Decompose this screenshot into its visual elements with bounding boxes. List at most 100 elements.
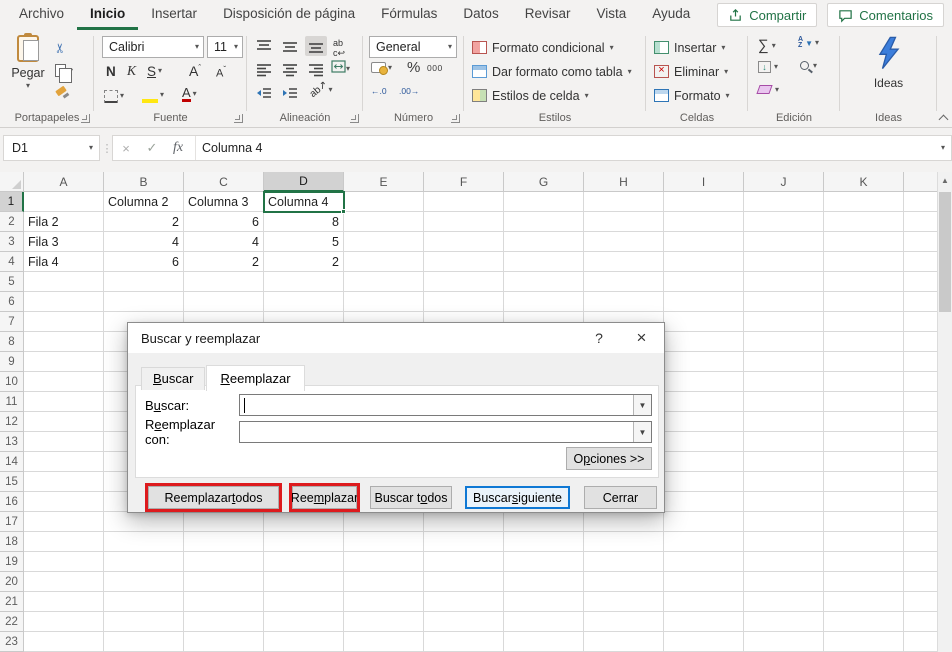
cell-G6[interactable]: [504, 292, 584, 312]
cell-D18[interactable]: [264, 532, 344, 552]
close-icon[interactable]: ×: [619, 328, 664, 348]
cell-E4[interactable]: [344, 252, 424, 272]
ribbon-tab-disposicion-de-pagina[interactable]: Disposición de página: [210, 0, 368, 30]
cell-H5[interactable]: [584, 272, 664, 292]
row-header-19[interactable]: 19: [0, 552, 24, 572]
cell-H6[interactable]: [584, 292, 664, 312]
cell-K20[interactable]: [824, 572, 904, 592]
column-header-A[interactable]: A: [24, 172, 104, 192]
cell-H22[interactable]: [584, 612, 664, 632]
dialog-find-tab[interactable]: Buscar: [141, 367, 205, 390]
row-header-11[interactable]: 11: [0, 392, 24, 412]
cell-A1[interactable]: [24, 192, 104, 212]
cell-I4[interactable]: [664, 252, 744, 272]
alignment-dialog-launcher[interactable]: [350, 114, 359, 123]
replace-input[interactable]: ▼: [239, 421, 652, 443]
cell-I5[interactable]: [664, 272, 744, 292]
row-header-13[interactable]: 13: [0, 432, 24, 452]
cell-J3[interactable]: [744, 232, 824, 252]
cell-K23[interactable]: [824, 632, 904, 652]
increase-decimal-button[interactable]: ←.0: [371, 86, 387, 96]
cell-F4[interactable]: [424, 252, 504, 272]
cell-H18[interactable]: [584, 532, 664, 552]
align-bottom-button[interactable]: [305, 36, 327, 56]
cell-J11[interactable]: [744, 392, 824, 412]
font-name-combo[interactable]: Calibri▾: [102, 36, 204, 58]
cell-K21[interactable]: [824, 592, 904, 612]
cell-B2[interactable]: 2: [104, 212, 184, 232]
cell-C2[interactable]: 6: [184, 212, 264, 232]
cell-F21[interactable]: [424, 592, 504, 612]
cell-J17[interactable]: [744, 512, 824, 532]
replace-dropdown-button[interactable]: ▼: [633, 422, 651, 442]
cell-J5[interactable]: [744, 272, 824, 292]
align-top-button[interactable]: [253, 36, 275, 56]
cell-A6[interactable]: [24, 292, 104, 312]
cell-K19[interactable]: [824, 552, 904, 572]
cell-I19[interactable]: [664, 552, 744, 572]
dialog-replace-tab[interactable]: Reemplazar: [206, 365, 304, 391]
replace-all-button[interactable]: Reemplazar todos: [148, 486, 279, 509]
cut-button[interactable]: ✂: [55, 36, 89, 59]
row-header-7[interactable]: 7: [0, 312, 24, 332]
cell-F18[interactable]: [424, 532, 504, 552]
cell-A16[interactable]: [24, 492, 104, 512]
cell-I17[interactable]: [664, 512, 744, 532]
cell-B17[interactable]: [104, 512, 184, 532]
cell-B3[interactable]: 4: [104, 232, 184, 252]
orientation-button[interactable]: ab↗▾: [309, 84, 333, 95]
cell-E5[interactable]: [344, 272, 424, 292]
cancel-entry-icon[interactable]: ×: [113, 141, 139, 156]
cell-D6[interactable]: [264, 292, 344, 312]
cell-I10[interactable]: [664, 372, 744, 392]
font-color-button[interactable]: A▾: [182, 83, 197, 105]
cell-E3[interactable]: [344, 232, 424, 252]
comments-button[interactable]: Comentarios: [827, 3, 944, 27]
ribbon-tab-vista[interactable]: Vista: [583, 0, 639, 30]
cell-G21[interactable]: [504, 592, 584, 612]
find-input[interactable]: ▼: [239, 394, 652, 416]
formula-input[interactable]: Columna 4: [202, 141, 941, 155]
cell-F6[interactable]: [424, 292, 504, 312]
cell-G18[interactable]: [504, 532, 584, 552]
cell-J2[interactable]: [744, 212, 824, 232]
cell-C19[interactable]: [184, 552, 264, 572]
cell-J1[interactable]: [744, 192, 824, 212]
cell-B23[interactable]: [104, 632, 184, 652]
cell-A12[interactable]: [24, 412, 104, 432]
cell-K16[interactable]: [824, 492, 904, 512]
cell-B19[interactable]: [104, 552, 184, 572]
cell-J6[interactable]: [744, 292, 824, 312]
cell-H23[interactable]: [584, 632, 664, 652]
cell-B22[interactable]: [104, 612, 184, 632]
column-header-K[interactable]: K: [824, 172, 904, 192]
cell-J12[interactable]: [744, 412, 824, 432]
cell-K17[interactable]: [824, 512, 904, 532]
cell-F20[interactable]: [424, 572, 504, 592]
ideas-button[interactable]: Ideas: [840, 36, 937, 90]
cell-I15[interactable]: [664, 472, 744, 492]
row-header-20[interactable]: 20: [0, 572, 24, 592]
cell-F2[interactable]: [424, 212, 504, 232]
percent-style-button[interactable]: %: [407, 59, 420, 76]
cell-A21[interactable]: [24, 592, 104, 612]
number-format-combo[interactable]: General▾: [369, 36, 457, 58]
cell-K6[interactable]: [824, 292, 904, 312]
number-dialog-launcher[interactable]: [451, 114, 460, 123]
conditional-formatting-button[interactable]: Formato condicional▾: [472, 36, 614, 59]
cell-A22[interactable]: [24, 612, 104, 632]
cell-D21[interactable]: [264, 592, 344, 612]
ribbon-tab-archivo[interactable]: Archivo: [6, 0, 77, 30]
row-header-15[interactable]: 15: [0, 472, 24, 492]
cell-I11[interactable]: [664, 392, 744, 412]
collapse-ribbon-icon[interactable]: [939, 113, 947, 121]
formula-bar-resize-handle[interactable]: ⋮: [101, 135, 112, 161]
cell-D23[interactable]: [264, 632, 344, 652]
cell-J22[interactable]: [744, 612, 824, 632]
cell-K18[interactable]: [824, 532, 904, 552]
format-as-table-button[interactable]: Dar formato como tabla▾: [472, 60, 632, 83]
share-button[interactable]: Compartir: [717, 3, 817, 27]
cell-G22[interactable]: [504, 612, 584, 632]
help-icon[interactable]: ?: [579, 330, 619, 346]
cell-styles-button[interactable]: Estilos de celda▾: [472, 84, 589, 107]
